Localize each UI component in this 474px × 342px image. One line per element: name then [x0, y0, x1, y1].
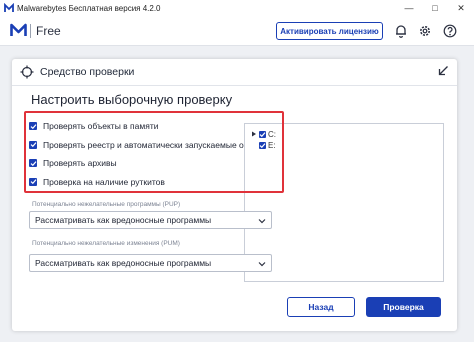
pup-select-value: Рассматривать как вредоносные программы: [35, 215, 212, 225]
scan-button[interactable]: Проверка: [366, 297, 441, 317]
dialog-header: Средство проверки: [12, 59, 457, 86]
brand-divider: [30, 24, 31, 38]
maximize-icon[interactable]: □: [422, 0, 448, 16]
bell-icon[interactable]: [394, 24, 408, 38]
minimize-icon[interactable]: —: [396, 0, 422, 16]
app-header: Free Активировать лицензию: [0, 16, 474, 46]
pum-select-value: Рассматривать как вредоносные программы: [35, 258, 212, 268]
gear-icon[interactable]: [418, 24, 432, 38]
close-icon[interactable]: ✕: [448, 0, 474, 16]
scanner-dialog: Средство проверки Настроить выборочную п…: [12, 59, 457, 331]
edition-label: Free: [36, 24, 61, 38]
crosshair-icon: [20, 65, 34, 79]
pup-label: Потенциально нежелательные программы (PU…: [32, 201, 181, 208]
malwarebytes-logo-icon: [10, 23, 27, 36]
window-title: Malwarebytes Бесплатная версия 4.2.0: [17, 3, 161, 13]
custom-scan-heading: Настроить выборочную проверку: [31, 92, 233, 107]
highlight-box: [24, 111, 284, 193]
chevron-down-icon: [258, 262, 266, 267]
dialog-title: Средство проверки: [40, 66, 135, 78]
chevron-down-icon: [258, 219, 266, 224]
pup-select[interactable]: Рассматривать как вредоносные программы: [29, 211, 272, 229]
collapse-icon[interactable]: [437, 65, 449, 77]
pum-select[interactable]: Рассматривать как вредоносные программы: [29, 254, 272, 272]
activate-license-button[interactable]: Активировать лицензию: [276, 22, 383, 40]
malwarebytes-app-icon: [4, 3, 14, 12]
pum-label: Потенциально нежелательные изменения (PU…: [32, 240, 180, 247]
help-icon[interactable]: [443, 24, 457, 38]
back-button[interactable]: Назад: [287, 297, 355, 317]
window-controls: — □ ✕: [396, 0, 474, 16]
window-titlebar: Malwarebytes Бесплатная версия 4.2.0 — □…: [0, 0, 474, 16]
